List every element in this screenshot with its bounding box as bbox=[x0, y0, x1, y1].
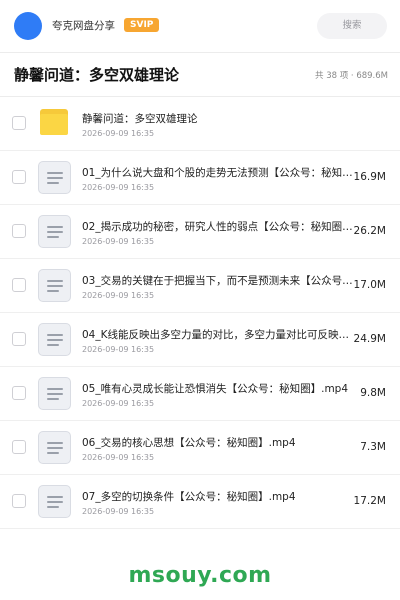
row-checkbox[interactable] bbox=[12, 494, 26, 508]
file-size: 17.2M bbox=[353, 495, 386, 507]
file-date: 2026-09-09 16:35 bbox=[82, 345, 155, 354]
document-icon bbox=[38, 215, 71, 248]
row-checkbox[interactable] bbox=[12, 278, 26, 292]
file-name: 01_为什么说大盘和个股的走势无法预测【公众号：秘知圈】.mp4 bbox=[82, 167, 354, 179]
share-header: 夸克网盘分享 SVIP 搜索 bbox=[0, 0, 400, 52]
file-size: 24.9M bbox=[353, 333, 386, 345]
page-title: 静馨问道：多空双雄理论 bbox=[14, 66, 180, 84]
avatar[interactable] bbox=[14, 12, 42, 40]
file-name: 03_交易的关键在于把握当下，而不是预测未来【公众号：秘知圈】.mp4 bbox=[82, 275, 354, 287]
file-date: 2026-09-09 16:35 bbox=[82, 129, 155, 138]
document-icon bbox=[38, 431, 71, 464]
document-icon bbox=[38, 323, 71, 356]
list-item-folder[interactable]: 静馨问道：多空双雄理论 2026-09-09 16:35 bbox=[0, 97, 400, 151]
file-size: 9.8M bbox=[360, 387, 386, 399]
search-input[interactable]: 搜索 bbox=[317, 13, 387, 39]
folder-header: 静馨问道：多空双雄理论 共 38 项 · 689.6M bbox=[0, 53, 400, 97]
row-checkbox[interactable] bbox=[12, 332, 26, 346]
file-name: 静馨问道：多空双雄理论 bbox=[82, 113, 198, 125]
row-checkbox[interactable] bbox=[12, 386, 26, 400]
file-name: 05_唯有心灵成长能让恐惧消失【公众号：秘知圈】.mp4 bbox=[82, 383, 349, 395]
document-icon bbox=[38, 377, 71, 410]
site-watermark: msouy.com bbox=[128, 563, 272, 588]
list-item[interactable]: 05_唯有心灵成长能让恐惧消失【公众号：秘知圈】.mp4 2026-09-09 … bbox=[0, 367, 400, 421]
list-item[interactable]: 01_为什么说大盘和个股的走势无法预测【公众号：秘知圈】.mp4 2026-09… bbox=[0, 151, 400, 205]
file-date: 2026-09-09 16:35 bbox=[82, 183, 155, 192]
file-date: 2026-09-09 16:35 bbox=[82, 453, 155, 462]
item-count-summary: 共 38 项 · 689.6M bbox=[315, 71, 388, 81]
row-checkbox[interactable] bbox=[12, 440, 26, 454]
share-title: 夸克网盘分享 bbox=[52, 20, 115, 32]
file-size: 26.2M bbox=[353, 225, 386, 237]
row-checkbox[interactable] bbox=[12, 224, 26, 238]
file-size: 17.0M bbox=[353, 279, 386, 291]
list-item[interactable]: 03_交易的关键在于把握当下，而不是预测未来【公众号：秘知圈】.mp4 2026… bbox=[0, 259, 400, 313]
file-size: 7.3M bbox=[360, 441, 386, 453]
document-icon bbox=[38, 269, 71, 302]
list-item[interactable]: 06_交易的核心思想【公众号：秘知圈】.mp4 2026-09-09 16:35… bbox=[0, 421, 400, 475]
file-date: 2026-09-09 16:35 bbox=[82, 291, 155, 300]
list-item[interactable]: 04_K线能反映出多空力量的对比，多空力量对比可反映趋势.mp4 2026-09… bbox=[0, 313, 400, 367]
file-date: 2026-09-09 16:35 bbox=[82, 507, 155, 516]
document-icon bbox=[38, 161, 71, 194]
document-icon bbox=[38, 485, 71, 518]
row-checkbox[interactable] bbox=[12, 116, 26, 130]
file-name: 07_多空的切换条件【公众号：秘知圈】.mp4 bbox=[82, 491, 296, 503]
list-item[interactable]: 07_多空的切换条件【公众号：秘知圈】.mp4 2026-09-09 16:35… bbox=[0, 475, 400, 529]
svip-badge: SVIP bbox=[124, 18, 160, 32]
file-name: 06_交易的核心思想【公众号：秘知圈】.mp4 bbox=[82, 437, 296, 449]
file-date: 2026-09-09 16:35 bbox=[82, 399, 155, 408]
file-name: 04_K线能反映出多空力量的对比，多空力量对比可反映趋势.mp4 bbox=[82, 329, 354, 341]
file-name: 02_揭示成功的秘密，研究人性的弱点【公众号：秘知圈】.mp4 bbox=[82, 221, 354, 233]
list-item[interactable]: 02_揭示成功的秘密，研究人性的弱点【公众号：秘知圈】.mp4 2026-09-… bbox=[0, 205, 400, 259]
file-list: 静馨问道：多空双雄理论 2026-09-09 16:35 01_为什么说大盘和个… bbox=[0, 97, 400, 529]
row-checkbox[interactable] bbox=[12, 170, 26, 184]
file-date: 2026-09-09 16:35 bbox=[82, 237, 155, 246]
folder-icon bbox=[40, 109, 68, 135]
file-size: 16.9M bbox=[353, 171, 386, 183]
